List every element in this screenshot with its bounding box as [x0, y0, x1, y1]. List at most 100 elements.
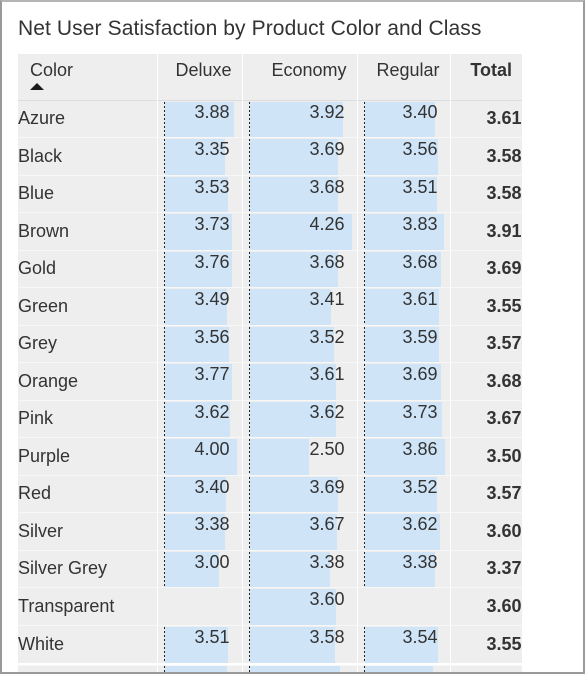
- table-row[interactable]: Orange 3.77 3.61 3.69 3.68: [18, 362, 523, 400]
- row-header-color: Black: [18, 137, 158, 175]
- cell-total: 3.61: [450, 99, 523, 138]
- cell-value-regular: 3.61: [402, 289, 438, 309]
- column-header-total-label: Total: [470, 60, 512, 80]
- data-bar-track: 3.68: [363, 251, 450, 287]
- cell-economy: 3.68: [242, 249, 358, 288]
- cell-deluxe: 3.35: [157, 137, 243, 175]
- row-header-color: Orange: [18, 362, 158, 400]
- cell-value-economy: 3.58: [309, 626, 345, 647]
- data-bar-track: [364, 589, 450, 625]
- sort-ascending-icon[interactable]: [30, 83, 44, 90]
- cell-total: 3.37: [450, 549, 523, 588]
- table-row[interactable]: Pink 3.62 3.62 3.73 3.67: [18, 399, 523, 438]
- row-header-color: Azure: [18, 99, 158, 138]
- cell-deluxe: 3.51: [157, 624, 243, 663]
- cell-economy: 3.60: [242, 587, 358, 625]
- table-row[interactable]: Silver 3.38 3.67 3.62 3.60: [18, 512, 523, 550]
- table-row[interactable]: Transparent 3.60 3.60: [18, 587, 523, 625]
- row-header-color: Grey: [18, 324, 158, 363]
- table-row[interactable]: Grey 3.56 3.52 3.59 3.57: [18, 324, 523, 363]
- cell-total: 3.57: [450, 324, 523, 363]
- cell-regular: 3.51: [357, 174, 451, 213]
- data-bar-track: 3.83: [363, 214, 450, 250]
- table-row[interactable]: White 3.51 3.58 3.54 3.55: [18, 624, 523, 663]
- column-header-economy[interactable]: Economy: [242, 54, 358, 100]
- data-bar-track: 3.69: [363, 364, 450, 400]
- cell-regular: 3.54: [357, 624, 451, 663]
- table-row[interactable]: Blue 3.53 3.68 3.51 3.58: [18, 174, 523, 213]
- cell-deluxe: 3.49: [157, 287, 243, 325]
- cell-value-regular: 3.59: [402, 326, 438, 347]
- column-header-color[interactable]: Color: [18, 54, 158, 100]
- table-row[interactable]: Silver Grey 3.00 3.38 3.38 3.37: [18, 549, 523, 588]
- row-header-color: Brown: [18, 212, 158, 250]
- column-header-deluxe[interactable]: Deluxe: [157, 54, 243, 100]
- data-bar-track: 3.52: [248, 326, 357, 362]
- cell-total: 3.91: [450, 212, 523, 250]
- row-header-color: Green: [18, 287, 158, 325]
- row-header-color: Red: [18, 474, 158, 513]
- table-row[interactable]: Black 3.35 3.69 3.56 3.58: [18, 137, 523, 175]
- data-bar-track: 3.67: [248, 514, 357, 550]
- cell-value-economy: 3.62: [309, 401, 345, 422]
- data-bar-track: 3.73: [363, 401, 450, 437]
- row-header-color: Pink: [18, 399, 158, 438]
- matrix-body: Azure 3.88 3.92 3.40 3.61 Black 3.35 3.69 3.56 3.…: [18, 99, 523, 663]
- table-row[interactable]: Gold 3.76 3.68 3.68 3.69: [18, 249, 523, 288]
- cell-deluxe: 3.62: [157, 399, 243, 438]
- cell-regular: 3.62: [357, 512, 451, 550]
- cell-value-deluxe: 3.56: [194, 326, 230, 347]
- cell-value-regular: 3.38: [402, 551, 438, 572]
- cell-value-regular: 3.68: [402, 251, 438, 272]
- cell-value-regular: 3.51: [402, 176, 438, 197]
- table-row[interactable]: Azure 3.88 3.92 3.40 3.61: [18, 99, 523, 138]
- cell-total: 3.57: [450, 474, 523, 513]
- column-header-deluxe-label: Deluxe: [175, 60, 232, 80]
- data-bar-track: 3.40: [163, 476, 242, 512]
- cell-regular: 3.52: [357, 474, 451, 513]
- cell-value-economy: 4.26: [309, 214, 345, 234]
- data-bar-track: 3.49: [163, 289, 242, 325]
- cell-economy: 3.52: [242, 324, 358, 363]
- data-bar-track: 3.59: [363, 326, 450, 362]
- matrix-table: Color Deluxe Economy Regular Total Azure…: [18, 54, 523, 663]
- table-row[interactable]: Green 3.49 3.41 3.61 3.55: [18, 287, 523, 325]
- cell-economy: 3.67: [242, 512, 358, 550]
- cell-value-regular: 3.52: [402, 476, 438, 497]
- cell-regular: [357, 587, 451, 625]
- cell-economy: 3.62: [242, 399, 358, 438]
- cell-regular: 3.73: [357, 399, 451, 438]
- header-row: Color Deluxe Economy Regular Total: [18, 54, 522, 100]
- cell-value-economy: 3.68: [309, 176, 345, 197]
- matrix-visual-container: Net User Satisfaction by Product Color a…: [0, 0, 585, 674]
- cell-value-deluxe: 3.62: [194, 401, 230, 422]
- page-title: Net User Satisfaction by Product Color a…: [18, 17, 482, 40]
- data-bar-track: 3.38: [163, 514, 242, 550]
- data-bar-track: 3.61: [248, 364, 357, 400]
- data-bar-track: 3.38: [248, 551, 357, 587]
- table-row[interactable]: Brown 3.73 4.26 3.83 3.91: [18, 212, 523, 250]
- data-bar-track: 3.86: [363, 439, 450, 475]
- cell-total: 3.67: [450, 399, 523, 438]
- cell-total: 3.58: [450, 174, 523, 213]
- cell-total: 3.60: [450, 512, 523, 550]
- data-bar-track: 3.58: [248, 626, 357, 663]
- table-row[interactable]: Red 3.40 3.69 3.52 3.57: [18, 474, 523, 513]
- matrix-header: Color Deluxe Economy Regular Total: [18, 54, 522, 100]
- cell-deluxe: 3.73: [157, 212, 243, 250]
- cell-regular: 3.86: [357, 437, 451, 475]
- cell-value-deluxe: 3.73: [194, 214, 230, 234]
- cell-economy: 3.61: [242, 362, 358, 400]
- table-row[interactable]: Purple 4.00 2.50 3.86 3.50: [18, 437, 523, 475]
- column-header-regular[interactable]: Regular: [357, 54, 451, 100]
- cell-value-economy: 3.69: [309, 476, 345, 497]
- data-bar-track: 3.60: [248, 589, 357, 625]
- cell-value-deluxe: 3.49: [194, 289, 230, 309]
- column-header-economy-label: Economy: [271, 60, 347, 80]
- column-header-total[interactable]: Total: [450, 54, 522, 100]
- data-bar-track: [164, 589, 242, 625]
- row-header-color: Silver Grey: [18, 549, 158, 588]
- data-bar-track: 3.77: [163, 364, 242, 400]
- cell-regular: 3.40: [357, 99, 451, 138]
- cell-value-deluxe: 4.00: [194, 439, 230, 459]
